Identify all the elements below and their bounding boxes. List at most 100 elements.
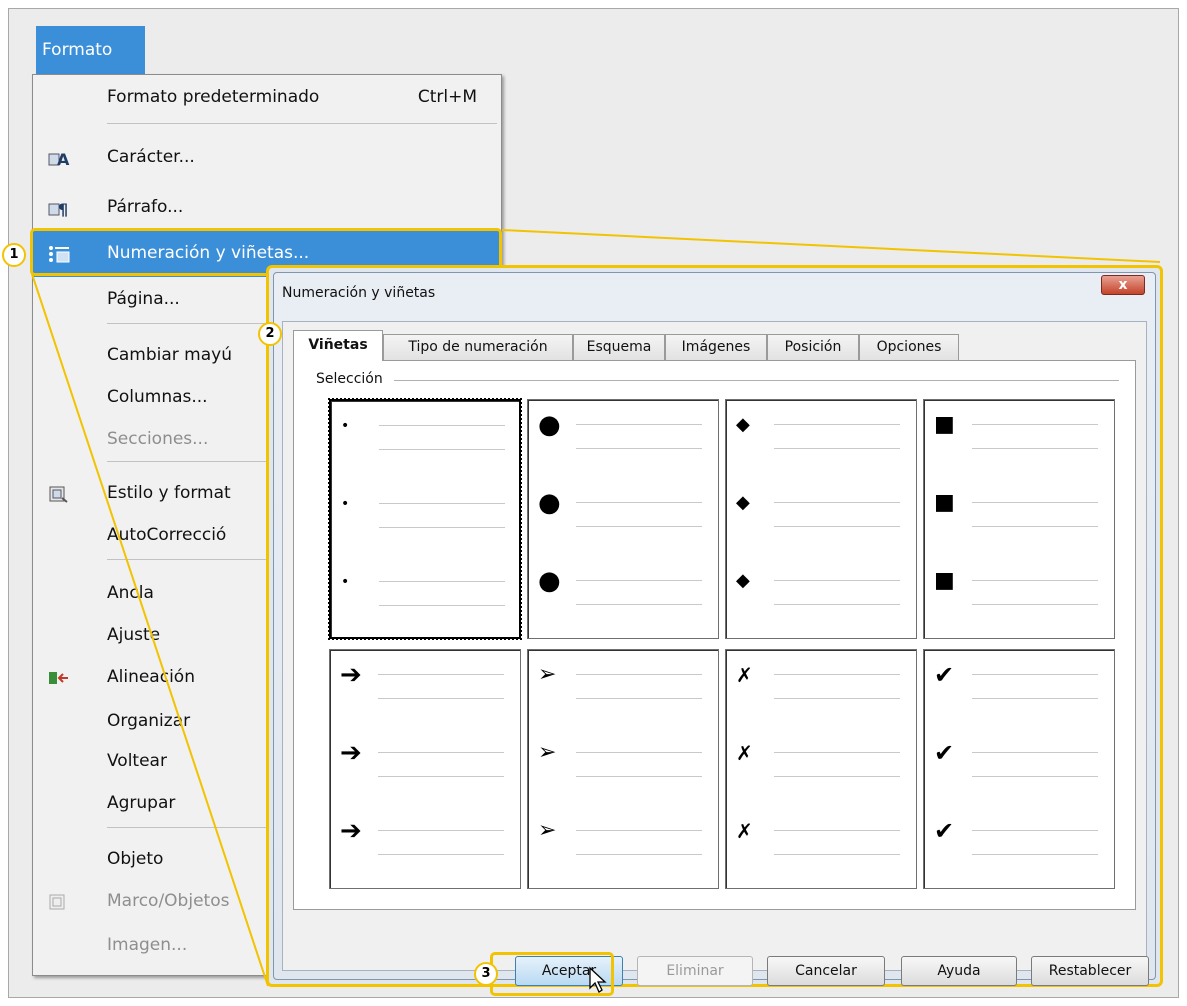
bullet-line-placeholder: [972, 776, 1098, 777]
button-label: Ayuda: [937, 963, 981, 979]
menu-item-label: Voltear: [107, 751, 167, 771]
menu-item-label: Imagen...: [107, 935, 188, 955]
bullet-line-placeholder: [972, 674, 1098, 675]
bullet-line-placeholder: [576, 580, 702, 581]
menu-item-label: Secciones...: [107, 429, 209, 449]
bullet-option-cell[interactable]: ➔ ➔ ➔: [329, 649, 521, 889]
badge-number: 1: [9, 247, 19, 262]
bullet-line-placeholder: [774, 502, 900, 503]
bullet-glyph: ✔: [934, 739, 955, 767]
bullet-line-placeholder: [378, 698, 504, 699]
bullet-line-placeholder: [774, 580, 900, 581]
close-icon: x: [1118, 277, 1128, 293]
bullet-line-placeholder: [774, 448, 900, 449]
bullet-line-placeholder: [576, 604, 702, 605]
bullet-glyph: ➔: [340, 738, 362, 768]
menu-item-label: Párrafo...: [107, 197, 184, 217]
menu-item-label: Formato predeterminado: [107, 87, 320, 107]
bullet-glyph: ✗: [736, 819, 753, 843]
bullet-line-placeholder: [576, 502, 702, 503]
bullet-line-placeholder: [576, 674, 702, 675]
menu-formato[interactable]: Formato: [36, 26, 145, 74]
bullet-glyph: ◆: [736, 492, 750, 513]
bullet-glyph: ■: [934, 490, 955, 515]
menu-item-label: Columnas...: [107, 387, 208, 407]
menu-item-label: Página...: [107, 289, 180, 309]
tab-label: Imágenes: [681, 339, 751, 355]
bullet-line-placeholder: [774, 776, 900, 777]
menu-item-formato-predeterminado[interactable]: Formato predeterminado Ctrl+M: [33, 77, 501, 117]
bullet-line-placeholder: [972, 604, 1098, 605]
bullet-line-placeholder: [774, 854, 900, 855]
bullet-line-placeholder: [972, 854, 1098, 855]
bullet-option-cell[interactable]: ➢ ➢ ➢: [527, 649, 719, 889]
badge-number: 3: [481, 966, 491, 981]
button-label: Cancelar: [795, 963, 857, 979]
bullet-line-placeholder: [774, 604, 900, 605]
bullet-option-cell[interactable]: • • •: [328, 398, 522, 640]
tab-esquema[interactable]: Esquema: [573, 334, 665, 360]
dialog-title: Numeración y viñetas: [282, 285, 436, 301]
bullet-option-cell[interactable]: ✔ ✔ ✔: [923, 649, 1115, 889]
tab-posicion[interactable]: Posición: [767, 334, 859, 360]
bullet-selection-grid: • • • ● ● ● ◆ ◆ ◆ ■ ■ ■ ➔ ➔ ➔ ➢ ➢ ➢ ✗ ✗ ✗ ✔ ✔ ✔: [328, 398, 1116, 889]
tab-label: Posición: [784, 339, 842, 355]
menu-item-label: Ajuste: [107, 625, 161, 645]
bullet-glyph: •: [341, 496, 350, 512]
bullet-line-placeholder: [379, 503, 505, 504]
callout-badge-1: 1: [2, 243, 26, 267]
bullet-glyph: •: [341, 574, 350, 590]
character-icon: A: [48, 148, 70, 169]
tab-imagenes[interactable]: Imágenes: [665, 334, 767, 360]
menu-item-label: Agrupar: [107, 793, 176, 813]
bullet-line-placeholder: [576, 424, 702, 425]
dialog-client-area: Viñetas Tipo de numeración Esquema Imáge…: [282, 321, 1149, 986]
menu-item-parrafo[interactable]: ¶ Párrafo...: [33, 187, 501, 227]
bullet-line-placeholder: [972, 502, 1098, 503]
bullet-glyph: ●: [538, 566, 561, 596]
bullet-option-cell[interactable]: ■ ■ ■: [923, 399, 1115, 639]
alignment-icon: [48, 668, 68, 686]
tab-vinetas[interactable]: Viñetas: [293, 330, 383, 361]
bullet-line-placeholder: [774, 526, 900, 527]
numeracion-vinetas-dialog: Numeración y viñetas x Viñetas Tipo de n…: [266, 265, 1163, 987]
bullet-line-placeholder: [379, 527, 505, 528]
close-button[interactable]: x: [1101, 275, 1145, 295]
button-label: Restablecer: [1048, 963, 1132, 979]
bullet-line-placeholder: [972, 830, 1098, 831]
menu-item-label: Objeto: [107, 849, 164, 869]
bullet-glyph: ◆: [736, 414, 750, 435]
menu-item-label: Cambiar mayú: [107, 345, 232, 365]
bullet-line-placeholder: [378, 752, 504, 753]
tab-panel-vinetas: Selección • • • ● ● ● ◆ ◆ ◆ ■ ■ ■ ➔ ➔ ➔ ➢ ➢ ➢ ✗ ✗ ✗ ✔ ✔ ✔: [293, 360, 1136, 910]
bullet-glyph: ✔: [934, 661, 955, 689]
menu-item-caracter[interactable]: A Carácter...: [33, 137, 501, 177]
frame-object-icon: [48, 892, 68, 910]
callout-badge-3: 3: [474, 962, 498, 986]
svg-text:A: A: [57, 150, 70, 168]
bullet-option-cell[interactable]: ✗ ✗ ✗: [725, 649, 917, 889]
bullet-glyph: ➢: [538, 818, 557, 843]
bullet-line-placeholder: [774, 424, 900, 425]
bullet-line-placeholder: [972, 424, 1098, 425]
bullet-option-cell[interactable]: ◆ ◆ ◆: [725, 399, 917, 639]
tab-tipo-numeracion[interactable]: Tipo de numeración: [383, 334, 573, 360]
styles-icon: [48, 484, 68, 503]
bullet-line-placeholder: [972, 448, 1098, 449]
tab-label: Tipo de numeración: [408, 339, 548, 355]
eliminar-button: Eliminar: [637, 956, 753, 986]
menu-item-label: Marco/Objetos: [107, 891, 230, 911]
bullet-line-placeholder: [972, 698, 1098, 699]
bullet-option-cell[interactable]: ● ● ●: [527, 399, 719, 639]
bullet-line-placeholder: [576, 448, 702, 449]
ayuda-button[interactable]: Ayuda: [901, 956, 1017, 986]
tab-opciones[interactable]: Opciones: [859, 334, 959, 360]
bullet-line-placeholder: [379, 449, 505, 450]
bullet-glyph: ✔: [934, 817, 955, 845]
bullet-glyph: ■: [934, 568, 955, 593]
menu-item-shortcut: Ctrl+M: [417, 87, 477, 107]
restablecer-button[interactable]: Restablecer: [1031, 956, 1149, 986]
seleccion-divider: [394, 380, 1119, 381]
cancelar-button[interactable]: Cancelar: [767, 956, 885, 986]
bullet-line-placeholder: [972, 752, 1098, 753]
